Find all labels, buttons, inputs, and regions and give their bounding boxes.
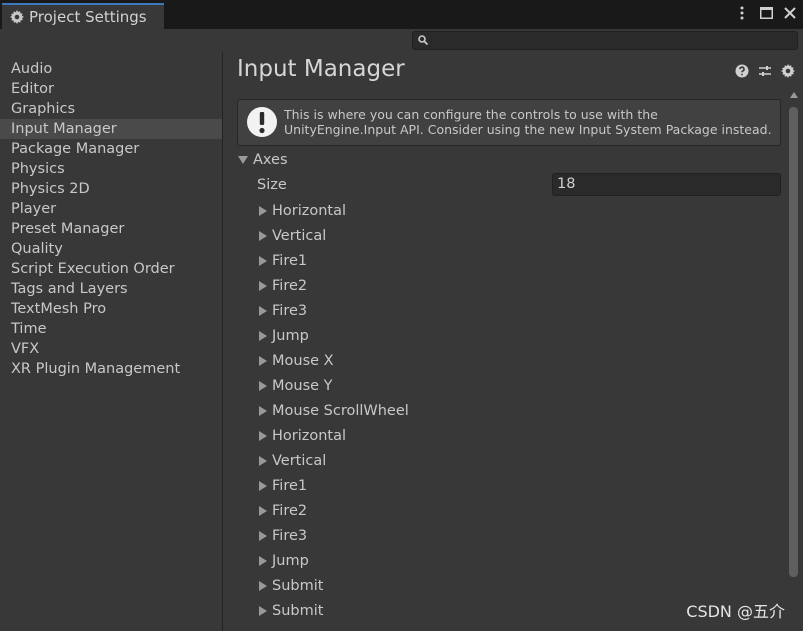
settings-gear-icon[interactable] <box>781 64 795 78</box>
axis-foldout[interactable]: Fire2 <box>259 273 409 298</box>
settings-sidebar: Audio Editor Graphics Input Manager Package … <box>0 52 223 631</box>
vertical-scrollbar[interactable] <box>787 90 800 631</box>
sidebar-item-xr-plugin-management[interactable]: XR Plugin Management <box>0 359 222 379</box>
collapsed-arrow-icon <box>259 330 267 341</box>
axis-foldout[interactable]: Fire3 <box>259 298 409 323</box>
axis-foldout[interactable]: Jump <box>259 323 409 348</box>
axis-label: Mouse X <box>272 352 334 369</box>
gear-icon <box>10 10 24 24</box>
collapsed-arrow-icon <box>259 530 267 541</box>
axis-foldout[interactable]: Fire1 <box>259 473 409 498</box>
tab-title: Project Settings <box>29 8 147 26</box>
collapsed-arrow-icon <box>259 230 267 241</box>
tab-project-settings[interactable]: Project Settings <box>2 3 164 29</box>
axis-list: Horizontal Vertical Fire1 Fire2 Fire3 Jump Mou… <box>259 198 409 623</box>
axis-foldout[interactable]: Vertical <box>259 448 409 473</box>
sidebar-item-preset-manager[interactable]: Preset Manager <box>0 219 222 239</box>
collapsed-arrow-icon <box>259 255 267 266</box>
axis-label: Fire3 <box>272 302 308 319</box>
collapsed-arrow-icon <box>259 305 267 316</box>
size-input[interactable]: 18 <box>552 173 781 196</box>
axis-foldout[interactable]: Fire2 <box>259 498 409 523</box>
axis-foldout[interactable]: Fire3 <box>259 523 409 548</box>
sidebar-item-input-manager[interactable]: Input Manager <box>0 119 222 139</box>
axis-foldout[interactable]: Submit <box>259 598 409 623</box>
axis-foldout[interactable]: Mouse ScrollWheel <box>259 398 409 423</box>
page-title: Input Manager <box>237 56 405 82</box>
search-row <box>0 29 803 52</box>
axis-label: Horizontal <box>272 427 347 444</box>
sidebar-item-script-execution-order[interactable]: Script Execution Order <box>0 259 222 279</box>
input-manager-panel: Input Manager This is where you can conf… <box>224 52 803 631</box>
sidebar-item-textmesh-pro[interactable]: TextMesh Pro <box>0 299 222 319</box>
collapsed-arrow-icon <box>259 605 267 616</box>
axis-label: Horizontal <box>272 202 347 219</box>
collapsed-arrow-icon <box>259 405 267 416</box>
sidebar-item-physics[interactable]: Physics <box>0 159 222 179</box>
sidebar-item-player[interactable]: Player <box>0 199 222 219</box>
sidebar-item-time[interactable]: Time <box>0 319 222 339</box>
preset-icon[interactable] <box>758 64 772 78</box>
collapsed-arrow-icon <box>259 355 267 366</box>
help-text-line-1: This is where you can configure the cont… <box>284 107 658 122</box>
scrollbar-thumb[interactable] <box>789 107 798 577</box>
sidebar-item-audio[interactable]: Audio <box>0 59 222 79</box>
axis-label: Submit <box>272 602 324 619</box>
collapsed-arrow-icon <box>259 455 267 466</box>
axis-foldout[interactable]: Mouse Y <box>259 373 409 398</box>
sidebar-item-package-manager[interactable]: Package Manager <box>0 139 222 159</box>
help-text: This is where you can configure the cont… <box>284 107 779 137</box>
axis-label: Submit <box>272 577 324 594</box>
sidebar-item-vfx[interactable]: VFX <box>0 339 222 359</box>
help-text-line-2: UnityEngine.Input API. Consider using th… <box>284 122 772 137</box>
scroll-up-arrow-icon[interactable] <box>790 92 798 98</box>
info-exclamation-icon <box>247 107 277 137</box>
axis-foldout[interactable]: Mouse X <box>259 348 409 373</box>
axis-foldout[interactable]: Vertical <box>259 223 409 248</box>
size-label: Size <box>257 177 287 193</box>
axis-label: Fire1 <box>272 252 308 269</box>
axis-label: Mouse ScrollWheel <box>272 402 409 419</box>
expanded-arrow-icon <box>238 156 248 164</box>
search-input[interactable] <box>412 31 798 50</box>
axis-label: Fire3 <box>272 527 308 544</box>
axis-label: Jump <box>272 552 309 569</box>
sidebar-item-physics-2d[interactable]: Physics 2D <box>0 179 222 199</box>
sidebar-item-tags-and-layers[interactable]: Tags and Layers <box>0 279 222 299</box>
collapsed-arrow-icon <box>259 555 267 566</box>
collapsed-arrow-icon <box>259 205 267 216</box>
axis-label: Vertical <box>272 227 327 244</box>
more-vertical-icon[interactable] <box>735 5 749 21</box>
collapsed-arrow-icon <box>259 580 267 591</box>
close-icon[interactable] <box>783 5 797 21</box>
collapsed-arrow-icon <box>259 430 267 441</box>
watermark: CSDN @五介 <box>686 602 785 621</box>
collapsed-arrow-icon <box>259 480 267 491</box>
axis-foldout[interactable]: Submit <box>259 573 409 598</box>
axis-label: Mouse Y <box>272 377 333 394</box>
axis-foldout[interactable]: Fire1 <box>259 248 409 273</box>
maximize-icon[interactable] <box>759 5 773 21</box>
axis-foldout[interactable]: Horizontal <box>259 198 409 223</box>
collapsed-arrow-icon <box>259 280 267 291</box>
axis-label: Jump <box>272 327 309 344</box>
help-icon[interactable] <box>735 64 749 78</box>
tab-bar: Project Settings <box>0 0 803 29</box>
axes-foldout[interactable]: Axes <box>238 152 288 168</box>
sidebar-item-graphics[interactable]: Graphics <box>0 99 222 119</box>
axis-label: Fire2 <box>272 277 308 294</box>
axis-foldout[interactable]: Horizontal <box>259 423 409 448</box>
axis-label: Fire2 <box>272 502 308 519</box>
axes-label: Axes <box>253 152 288 168</box>
axis-label: Vertical <box>272 452 327 469</box>
sidebar-item-editor[interactable]: Editor <box>0 79 222 99</box>
project-settings-window: Project Settings Audio Editor Graphics Inpu… <box>0 0 803 631</box>
sidebar-item-quality[interactable]: Quality <box>0 239 222 259</box>
collapsed-arrow-icon <box>259 380 267 391</box>
help-box: This is where you can configure the cont… <box>237 99 781 146</box>
collapsed-arrow-icon <box>259 505 267 516</box>
axis-foldout[interactable]: Jump <box>259 548 409 573</box>
axis-label: Fire1 <box>272 477 308 494</box>
search-icon <box>418 35 429 46</box>
